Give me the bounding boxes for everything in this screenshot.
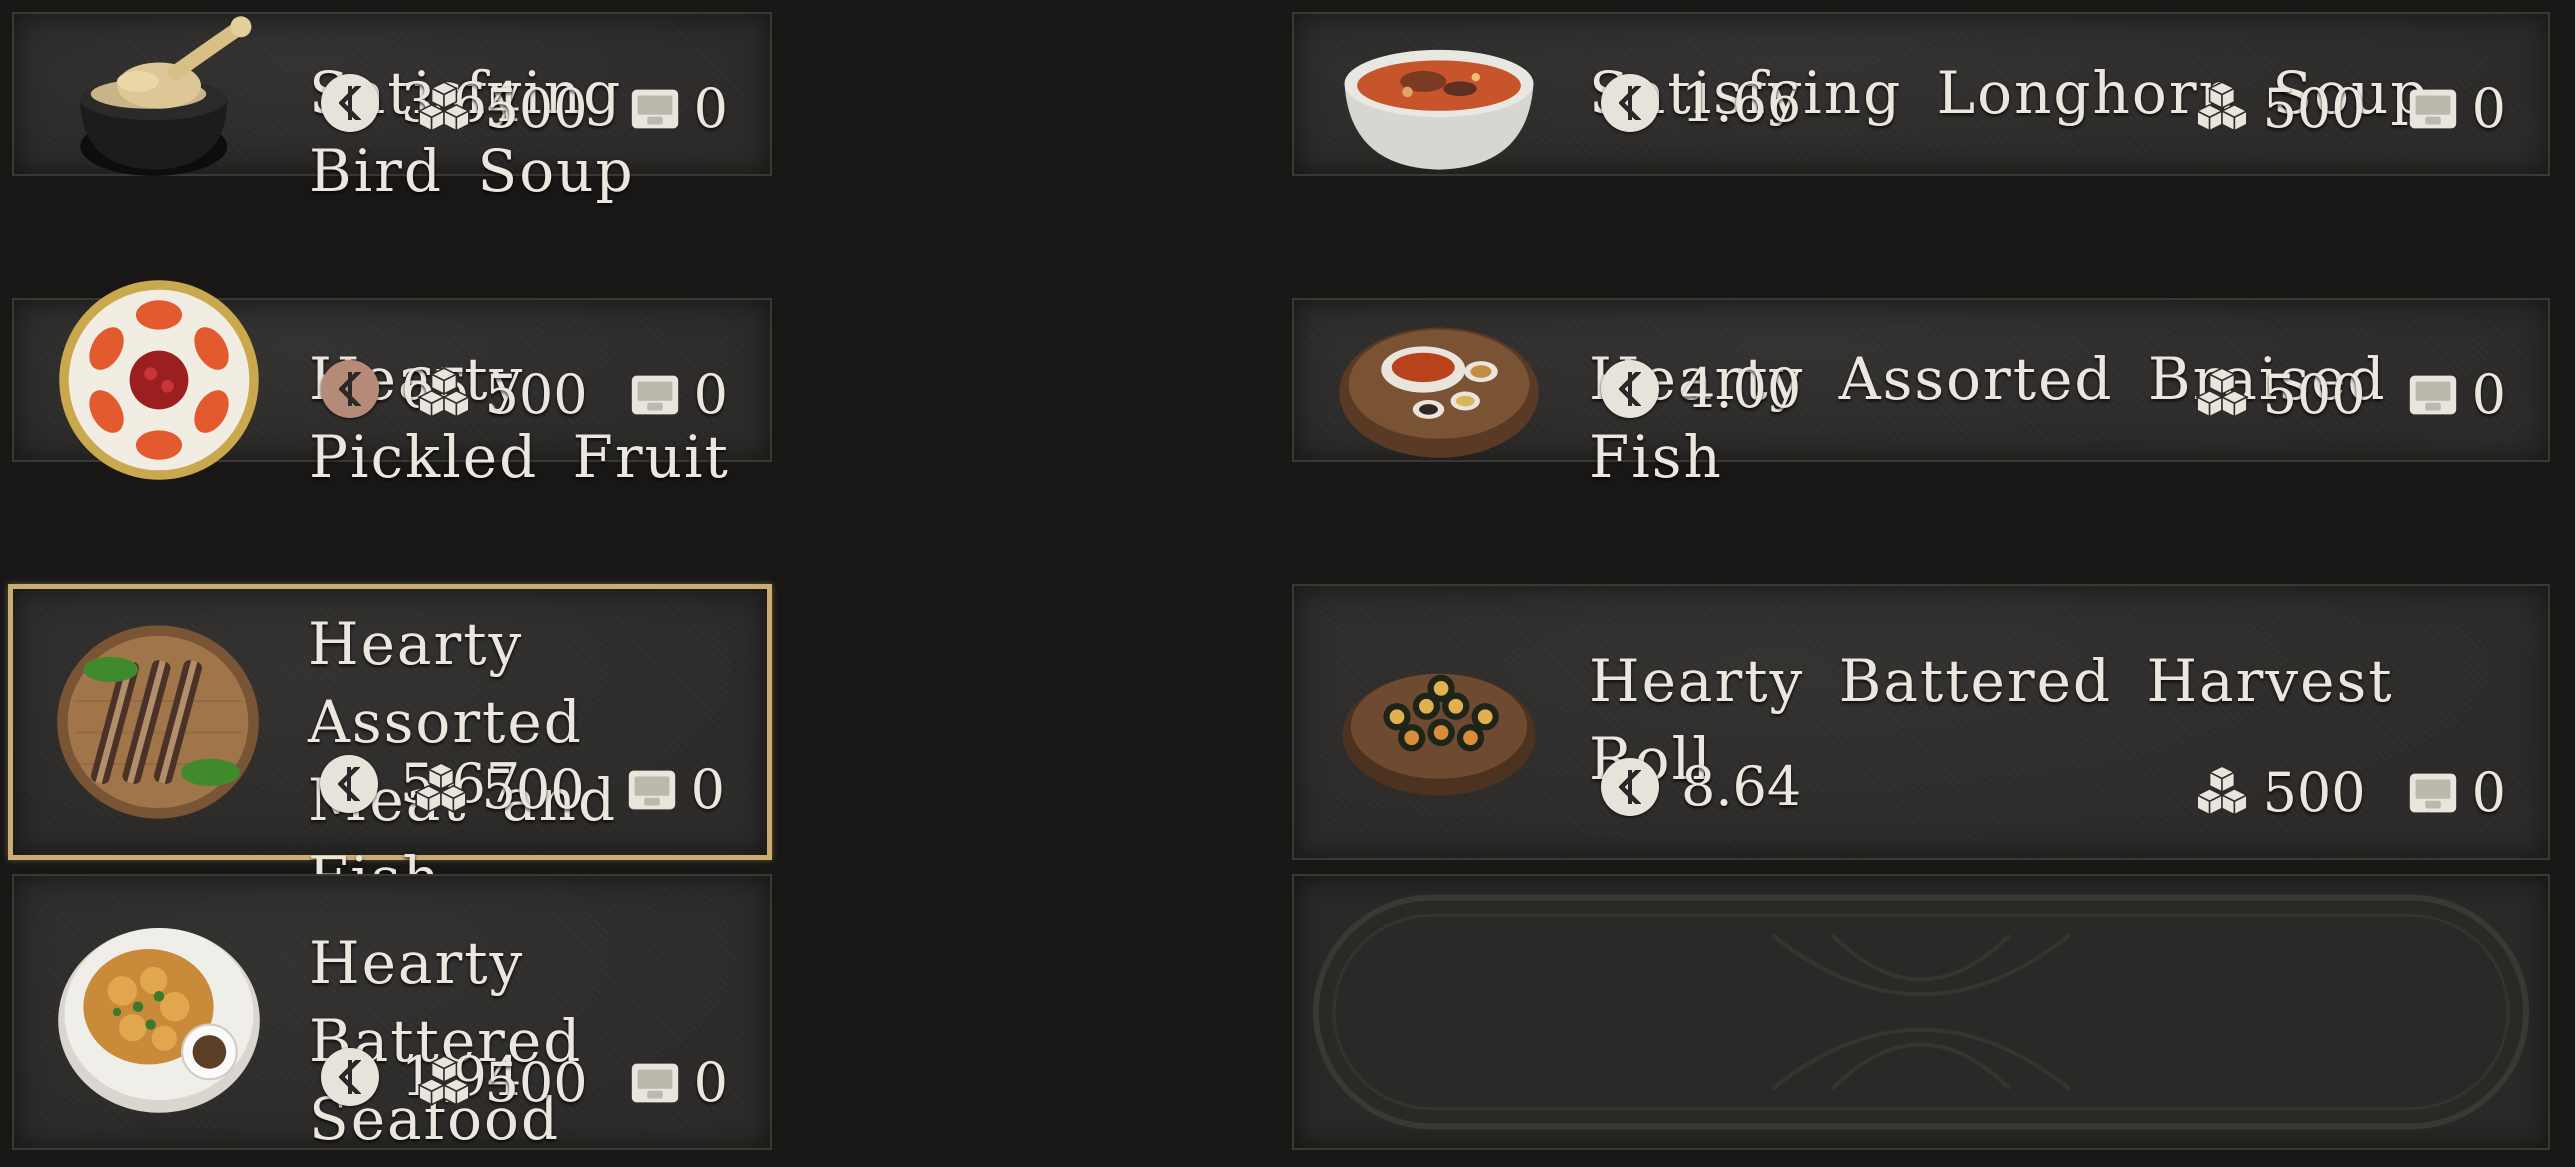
weight-value: 500	[484, 1051, 588, 1114]
item-card-selected[interactable]: Hearty Assorted Meat and Fish Skewers 5.…	[8, 584, 772, 990]
item-stats: 500 0	[413, 1051, 728, 1114]
weight-cubes-icon	[413, 1052, 475, 1114]
owned-count: 0	[693, 77, 728, 140]
item-stats: 500 0	[2191, 363, 2506, 426]
item-stats: 500 0	[2191, 77, 2506, 140]
harvest-roll-tray-icon	[1334, 617, 1544, 827]
item-price: 4.00	[1601, 357, 1801, 420]
owned-count: 0	[2471, 761, 2506, 824]
item-card[interactable]: Hearty Battered Harvest Roll 8.64 500 0	[1292, 584, 2550, 860]
weight-value: 500	[2262, 761, 2366, 824]
weight-value: 500	[481, 758, 585, 821]
silver-coin-icon	[1601, 757, 1659, 816]
weight-value: 500	[484, 77, 588, 140]
copper-coin-icon	[321, 359, 379, 418]
storage-box-icon	[626, 80, 684, 138]
weight-value: 500	[2262, 363, 2366, 426]
weight-value: 500	[2262, 77, 2366, 140]
item-price: 1.66	[1601, 71, 1801, 134]
item-price: 8.64	[1601, 755, 1801, 818]
empty-slot	[1292, 874, 2550, 1150]
weight-cubes-icon	[413, 364, 475, 426]
item-card[interactable]: Hearty Pickled Fruit 65 500 0	[12, 280, 772, 491]
owned-count: 0	[2471, 363, 2506, 426]
silver-coin-icon	[320, 754, 378, 813]
price-value: 1.66	[1681, 71, 1802, 134]
weight-cubes-icon	[413, 78, 475, 140]
item-stats: 500 0	[410, 758, 725, 821]
empty-slot-ornament	[1294, 876, 2548, 1148]
weight-cubes-icon	[2191, 762, 2253, 824]
owned-count: 0	[693, 1051, 728, 1114]
item-card[interactable]: Hearty Battered Seafood 1.94 500 0	[12, 874, 772, 1153]
item-card[interactable]: Hearty Assorted Braised Fish 4.00 500 0	[1292, 298, 2550, 491]
storage-box-icon	[2404, 764, 2462, 822]
silver-coin-icon	[1601, 73, 1659, 132]
pickled-fruit-plate-icon	[54, 275, 264, 485]
weight-value: 500	[484, 363, 588, 426]
storage-box-icon	[623, 761, 681, 819]
owned-count: 0	[690, 758, 725, 821]
item-card[interactable]: Satisfying Longhorn Soup 1.66 500 0	[1292, 12, 2550, 176]
owned-count: 0	[2471, 77, 2506, 140]
storage-box-icon	[2404, 366, 2462, 424]
braised-fish-tray-icon	[1334, 275, 1544, 485]
price-value: 4.00	[1681, 357, 1802, 420]
item-name: Hearty Battered Seafood	[309, 929, 583, 1153]
longhorn-soup-bowl-icon	[1334, 0, 1544, 199]
silver-coin-icon	[321, 1047, 379, 1106]
price-value: 8.64	[1681, 755, 1802, 818]
skewers-basket-icon	[53, 617, 263, 827]
silver-coin-icon	[321, 73, 379, 132]
owned-count: 0	[693, 363, 728, 426]
weight-cubes-icon	[410, 759, 472, 821]
storage-box-icon	[626, 366, 684, 424]
item-card[interactable]: Satisfying Bird Soup 3.64 500 0	[12, 12, 772, 205]
storage-box-icon	[2404, 80, 2462, 138]
weight-cubes-icon	[2191, 78, 2253, 140]
item-stats: 500 0	[413, 77, 728, 140]
storage-box-icon	[626, 1054, 684, 1112]
item-stats: 500 0	[413, 363, 728, 426]
battered-seafood-plate-icon	[54, 907, 264, 1117]
item-stats: 500 0	[2191, 761, 2506, 824]
bird-soup-pot-icon	[54, 0, 264, 199]
weight-cubes-icon	[2191, 364, 2253, 426]
silver-coin-icon	[1601, 359, 1659, 418]
